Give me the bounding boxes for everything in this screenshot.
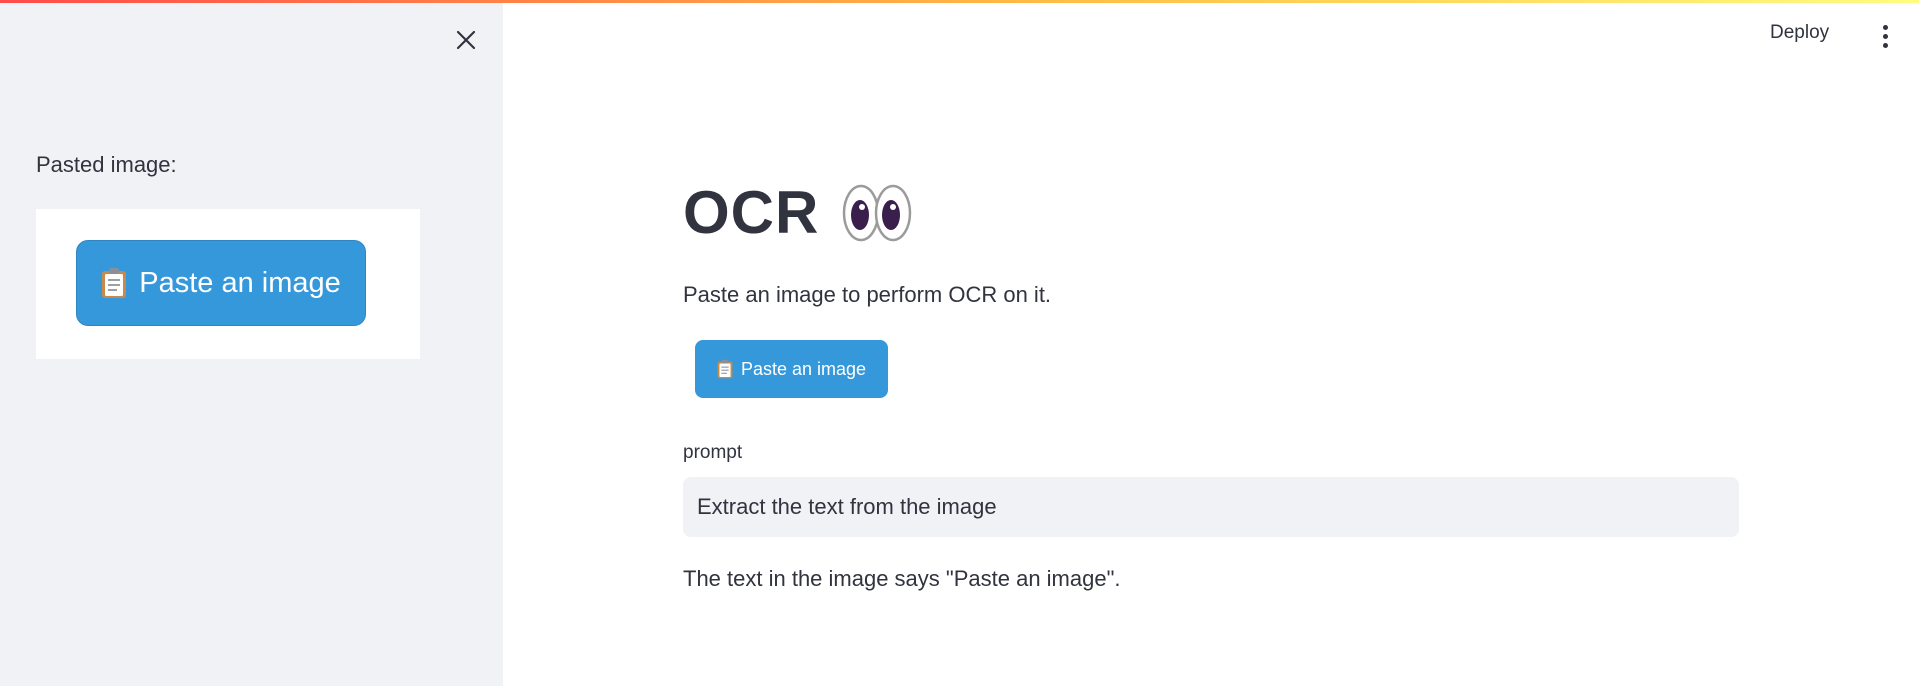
- vertical-ellipsis-icon: [1882, 24, 1888, 30]
- paste-image-button-label: Paste an image: [740, 358, 867, 379]
- vertical-ellipsis-icon-dot: [1882, 33, 1888, 39]
- vertical-ellipsis-icon-dot: [1882, 42, 1888, 48]
- top-decoration-bar: [0, 0, 1919, 3]
- main-menu-button[interactable]: [1873, 22, 1897, 50]
- close-sidebar-button[interactable]: [452, 26, 480, 54]
- clipboard-icon: [102, 268, 127, 298]
- prompt-input[interactable]: [683, 477, 1739, 537]
- page-title: OCR: [683, 179, 820, 246]
- prompt-label: prompt: [683, 442, 743, 463]
- pasted-image-preview: Paste an image: [36, 209, 420, 359]
- pasted-image-label: Pasted image:: [36, 152, 177, 177]
- close-icon: [456, 30, 476, 50]
- sidebar: Pasted image: Paste an image: [0, 0, 503, 686]
- page-subtitle: Paste an image to perform OCR on it.: [683, 282, 1052, 307]
- eyes-icon: [843, 184, 912, 241]
- clipboard-icon: [717, 359, 733, 379]
- pasted-image-content: Paste an image: [76, 240, 366, 326]
- ocr-result-text: The text in the image says "Paste an ima…: [683, 566, 1121, 591]
- pasted-image-text: Paste an image: [139, 266, 341, 299]
- paste-image-button[interactable]: Paste an image: [695, 340, 888, 398]
- deploy-button[interactable]: Deploy: [1770, 22, 1829, 44]
- title-row: OCR: [683, 178, 913, 247]
